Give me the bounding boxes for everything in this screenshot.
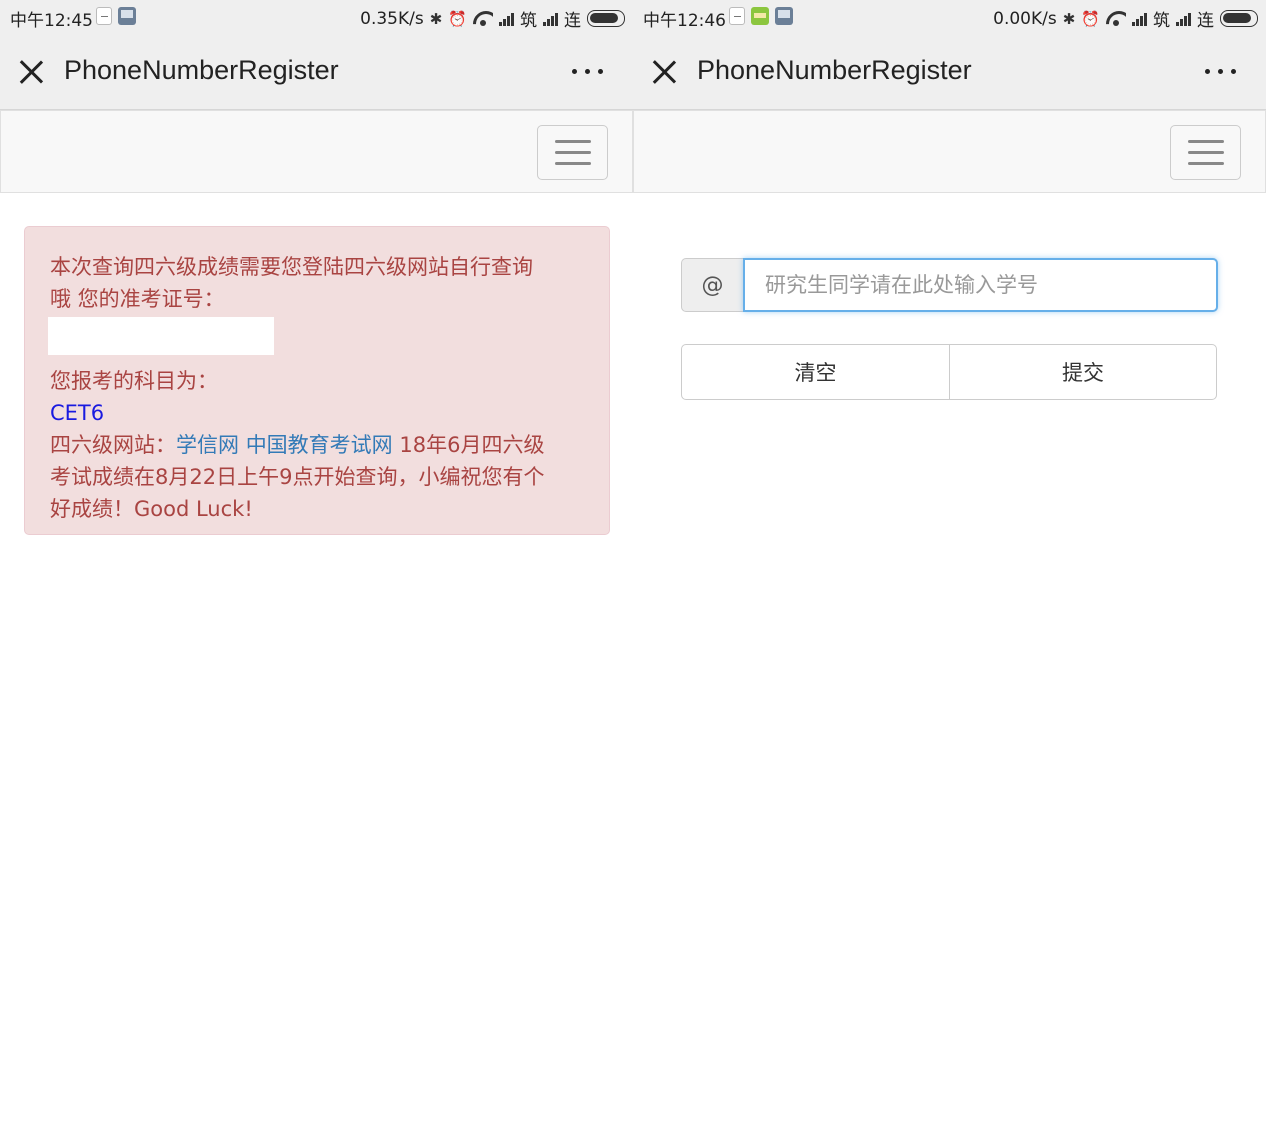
alert-text: 好成绩！Good Luck! — [50, 497, 253, 521]
menu-toggle-button[interactable] — [537, 125, 608, 180]
right-screen: 中午12:46 0.00K/s ✱ ⏰ 筑 连 PhoneNumberRegis… — [633, 0, 1266, 1125]
exam-subject: CET6 — [50, 401, 105, 425]
signal-icon — [499, 12, 514, 26]
bluetooth-icon: ✱ — [1062, 9, 1076, 28]
clear-button[interactable]: 清空 — [681, 344, 950, 400]
hamburger-icon — [555, 140, 591, 143]
alarm-icon: ⏰ — [448, 9, 467, 28]
battery-icon — [587, 10, 625, 27]
left-screen: 中午12:45 0.35K/s ✱ ⏰ 筑 连 PhoneNumberRegis… — [0, 0, 633, 1125]
carrier-label: 筑 — [1153, 11, 1170, 31]
more-options-icon[interactable] — [572, 69, 603, 74]
submit-button[interactable]: 提交 — [949, 344, 1217, 400]
status-bar: 中午12:45 0.35K/s ✱ ⏰ 筑 连 — [0, 0, 633, 33]
student-id-group: @ — [681, 258, 1218, 312]
page-title: PhoneNumberRegister — [697, 55, 972, 85]
close-icon[interactable] — [651, 59, 677, 85]
alert-text: 四六级网站： — [50, 433, 176, 457]
hamburger-icon — [1188, 140, 1224, 143]
signal-icon — [1176, 12, 1191, 26]
bluetooth-icon: ✱ — [429, 9, 443, 28]
alert-text: 考试成绩在8月22日上午9点开始查询，小编祝您有个 — [50, 465, 545, 489]
carrier-label: 连 — [564, 11, 581, 31]
alert-text: 18年6月四六级 — [392, 433, 545, 457]
notification-app-icon — [751, 7, 769, 25]
signal-icon — [1132, 12, 1147, 26]
link-chsi[interactable]: 学信网 — [176, 433, 239, 457]
net-speed: 0.35K/s — [360, 8, 424, 29]
alarm-icon: ⏰ — [1081, 9, 1100, 28]
result-alert: 本次查询四六级成绩需要您登陆四六级网站自行查询 哦 您的准考证号： 您报考的科目… — [24, 226, 610, 535]
at-sign-addon: @ — [681, 258, 743, 312]
menu-toggle-button[interactable] — [1170, 125, 1241, 180]
student-id-input[interactable] — [743, 258, 1218, 312]
page-title: PhoneNumberRegister — [64, 55, 339, 85]
status-bar: 中午12:46 0.00K/s ✱ ⏰ 筑 连 — [633, 0, 1266, 33]
title-bar: PhoneNumberRegister — [0, 33, 633, 110]
more-options-icon[interactable] — [1205, 69, 1236, 74]
notification-minus-icon — [729, 7, 745, 25]
status-time: 中午12:46 — [643, 11, 726, 31]
notification-app-icon — [775, 7, 793, 25]
alert-text: 本次查询四六级成绩需要您登陆四六级网站自行查询 — [50, 255, 533, 279]
navbar — [633, 110, 1266, 193]
notification-minus-icon — [96, 7, 112, 25]
battery-icon — [1220, 10, 1258, 27]
redacted-exam-number — [48, 317, 274, 355]
close-icon[interactable] — [18, 59, 44, 85]
carrier-label: 连 — [1197, 11, 1214, 31]
link-neea[interactable]: 中国教育考试网 — [246, 433, 393, 457]
carrier-label: 筑 — [520, 11, 537, 31]
alert-text: 哦 您的准考证号： — [50, 287, 225, 311]
navbar — [0, 110, 633, 193]
signal-icon — [543, 12, 558, 26]
form-buttons: 清空 提交 — [681, 344, 1218, 400]
wifi-icon — [473, 11, 493, 26]
net-speed: 0.00K/s — [993, 8, 1057, 29]
title-bar: PhoneNumberRegister — [633, 33, 1266, 110]
notification-app-icon — [118, 7, 136, 25]
alert-text: 您报考的科目为： — [50, 369, 218, 393]
wifi-icon — [1106, 11, 1126, 26]
status-time: 中午12:45 — [10, 11, 93, 31]
